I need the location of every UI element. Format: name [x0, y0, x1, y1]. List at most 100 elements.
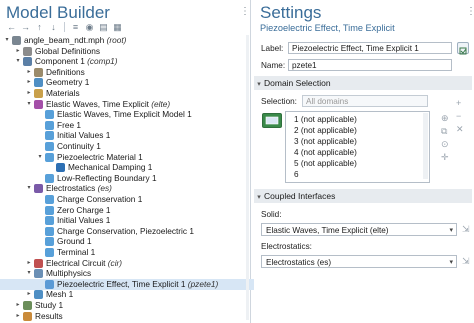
- clear-selection-icon[interactable]: ✕: [456, 124, 464, 135]
- tree-node[interactable]: ▾ Electrostatics (es): [0, 183, 112, 194]
- expand-arrow-icon[interactable]: ▸: [14, 46, 22, 57]
- expand-arrow-icon[interactable]: ▸: [25, 88, 33, 99]
- go-to-source-icon[interactable]: ⇲: [462, 256, 470, 267]
- node-icon: [34, 269, 43, 279]
- settings-menu-icon[interactable]: ⋮: [466, 6, 474, 17]
- tree-node[interactable]: Low-Reflecting Boundary 1: [0, 173, 157, 184]
- tree-node[interactable]: Initial Values 1: [0, 130, 110, 141]
- filter-icon[interactable]: ≡: [70, 22, 81, 33]
- tree-node[interactable]: ▸ Geometry 1: [0, 77, 89, 88]
- active-selection-icon[interactable]: [262, 113, 282, 128]
- domain-selection-header[interactable]: ▾ Domain Selection: [254, 76, 472, 90]
- expand-arrow-icon[interactable]: ▸: [14, 311, 22, 322]
- node-label: Materials: [46, 88, 80, 98]
- tree-node[interactable]: ▾ Component 1 (comp1): [0, 56, 118, 67]
- add-to-selection-icon[interactable]: ⊕: [441, 113, 449, 124]
- copy-selection-icon[interactable]: ⧉: [441, 126, 447, 137]
- down-arrow-icon[interactable]: ↓: [48, 22, 59, 33]
- collapse-arrow-icon[interactable]: ▾: [25, 99, 33, 110]
- list-item[interactable]: 6: [294, 170, 299, 180]
- tree-node[interactable]: ▸ Definitions: [0, 67, 85, 78]
- tree-node[interactable]: Continuity 1: [0, 141, 101, 152]
- expand-arrow-icon[interactable]: ▸: [14, 300, 22, 311]
- tree-node[interactable]: ▸ Results: [0, 311, 63, 322]
- tree-node[interactable]: Ground 1: [0, 236, 92, 247]
- tree-node[interactable]: Charge Conservation, Piezoelectric 1: [0, 226, 194, 237]
- tree-node[interactable]: Zero Charge 1: [0, 205, 111, 216]
- label-caption: Label:: [261, 44, 284, 53]
- builder-toolbar: ← → ↑ ↓ ≡ ◉ ▤ ▦: [6, 20, 123, 34]
- domain-list[interactable]: 1 (not applicable) 2 (not applicable) 3 …: [285, 111, 430, 183]
- collapse-arrow-icon[interactable]: ▾: [3, 35, 11, 46]
- electrostatics-value: Electrostatics (es): [266, 258, 332, 267]
- node-label: Free 1: [57, 119, 81, 130]
- tree-node[interactable]: Initial Values 1: [0, 215, 110, 226]
- list-item[interactable]: 5 (not applicable): [294, 159, 357, 169]
- minus-icon[interactable]: −: [456, 111, 461, 121]
- selection-combo[interactable]: All domains: [302, 95, 428, 107]
- plus-icon[interactable]: +: [456, 98, 461, 108]
- coupled-interfaces-header[interactable]: ▾ Coupled Interfaces: [254, 189, 472, 203]
- expand-arrow-icon[interactable]: ▸: [25, 289, 33, 300]
- panel-menu-icon[interactable]: ⋮: [240, 6, 251, 17]
- list-item[interactable]: 2 (not applicable): [294, 126, 357, 136]
- node-icon: [34, 89, 43, 98]
- label-reset-icon[interactable]: [457, 42, 469, 55]
- expand-arrow-icon[interactable]: ▸: [25, 67, 33, 78]
- tree-node[interactable]: ▾ angle_beam_ndt.mph (root): [0, 35, 126, 46]
- name-caption: Name:: [261, 61, 286, 70]
- tree-scrollbar[interactable]: [246, 35, 249, 320]
- tree-node[interactable]: Mechanical Damping 1: [0, 162, 152, 173]
- tree-node[interactable]: ▸ Mesh 1: [0, 289, 73, 300]
- list-item[interactable]: 1 (not applicable): [294, 115, 357, 125]
- collapse-icon[interactable]: ▤: [98, 22, 109, 33]
- paste-selection-icon[interactable]: ✛: [441, 152, 449, 163]
- tree-node[interactable]: ▸ Materials: [0, 88, 80, 99]
- collapse-arrow-icon[interactable]: ▾: [14, 56, 22, 67]
- node-icon: [45, 152, 54, 162]
- collapse-arrow-icon[interactable]: ▾: [25, 183, 33, 194]
- tree-node[interactable]: Terminal 1: [0, 247, 95, 258]
- node-label: Initial Values 1: [57, 215, 111, 226]
- node-icon: [23, 311, 32, 321]
- collapse-arrow-icon[interactable]: ▾: [36, 152, 44, 163]
- tree-node[interactable]: Free 1: [0, 120, 81, 131]
- show-icon[interactable]: ◉: [84, 22, 95, 33]
- tree-node[interactable]: ▾ Elastic Waves, Time Explicit (elte): [0, 99, 170, 110]
- node-label: Mechanical Damping 1: [68, 162, 153, 173]
- tree-node[interactable]: ▾ Piezoelectric Material 1: [0, 152, 143, 163]
- forward-arrow-icon[interactable]: →: [20, 22, 31, 33]
- tree-node[interactable]: Elastic Waves, Time Explicit Model 1: [0, 109, 192, 120]
- tree-node[interactable]: ▾ Multiphysics: [0, 268, 91, 279]
- node-label: Piezoelectric Effect, Time Explicit 1: [57, 278, 186, 289]
- go-to-source-icon[interactable]: ⇲: [462, 224, 470, 235]
- node-label: Low-Reflecting Boundary 1: [57, 172, 157, 183]
- name-field[interactable]: pzete1: [288, 59, 452, 71]
- tree-node[interactable]: ▸ Study 1: [0, 300, 63, 311]
- node-icon: [45, 279, 54, 289]
- electrostatics-caption: Electrostatics:: [261, 242, 312, 251]
- expand-arrow-icon[interactable]: ▸: [25, 258, 33, 269]
- chevron-down-icon: ▾: [449, 227, 453, 234]
- up-arrow-icon[interactable]: ↑: [34, 22, 45, 33]
- collapse-arrow-icon[interactable]: ▾: [25, 268, 33, 279]
- list-item[interactable]: 4 (not applicable): [294, 148, 357, 158]
- list-item[interactable]: 3 (not applicable): [294, 137, 357, 147]
- tree-node[interactable]: ▸ Global Definitions: [0, 46, 100, 57]
- tree-node[interactable]: Charge Conservation 1: [0, 194, 142, 205]
- expand-icon[interactable]: ▦: [112, 22, 123, 33]
- zoom-selection-icon[interactable]: ⊙: [441, 139, 449, 150]
- node-tag: (cir): [105, 257, 123, 268]
- node-icon: [23, 301, 32, 310]
- label-field[interactable]: Piezoelectric Effect, Time Explicit 1: [288, 42, 452, 54]
- back-arrow-icon[interactable]: ←: [6, 22, 17, 33]
- electrostatics-dropdown[interactable]: Electrostatics (es) ▾: [261, 255, 457, 268]
- solid-dropdown[interactable]: Elastic Waves, Time Explicit (elte) ▾: [261, 223, 457, 236]
- tree-node[interactable]: Piezoelectric Effect, Time Explicit 1 (p…: [0, 278, 282, 290]
- tree-node[interactable]: ▸ Electrical Circuit (cir): [0, 258, 122, 269]
- list-scrollbar[interactable]: [423, 113, 428, 179]
- expand-arrow-icon[interactable]: ▸: [25, 77, 33, 88]
